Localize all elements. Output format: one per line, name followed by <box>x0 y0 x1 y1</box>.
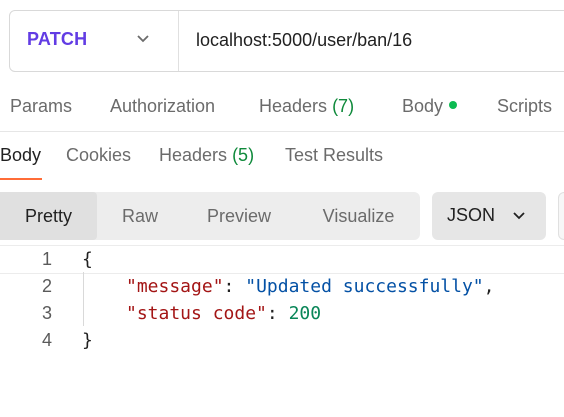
tab-scripts[interactable]: Scripts <box>497 96 552 117</box>
language-select[interactable]: JSON <box>432 192 546 240</box>
code-line: 3 "status code": 200 <box>0 300 564 327</box>
format-visualize-button[interactable]: Visualize <box>308 192 409 240</box>
chevron-down-icon <box>513 212 525 220</box>
line-number: 2 <box>41 276 52 296</box>
tab-params[interactable]: Params <box>10 96 72 117</box>
toolbar-overflow-button[interactable] <box>558 192 564 240</box>
response-tab-body[interactable]: Body <box>0 145 41 166</box>
response-headers-count: (5) <box>232 145 255 165</box>
tab-body-label: Body <box>402 96 444 116</box>
format-raw-button[interactable]: Raw <box>104 192 176 240</box>
url-input[interactable]: localhost:5000/user/ban/16 <box>196 30 412 51</box>
body-modified-dot-icon <box>449 101 458 110</box>
response-tabs: Body Cookies Headers (5) Test Results <box>0 145 564 180</box>
json-key: "message" <box>126 276 224 297</box>
json-key: "status code" <box>126 303 267 324</box>
code-line: 2 "message": "Updated successfully", <box>0 273 564 300</box>
format-preview-button[interactable]: Preview <box>194 192 284 240</box>
request-tabs: Params Authorization Headers (7) Body Sc… <box>0 96 564 120</box>
tab-headers[interactable]: Headers (7) <box>259 96 354 117</box>
chevron-down-icon[interactable] <box>136 34 150 44</box>
line-number: 1 <box>41 249 52 269</box>
code-text: { <box>82 249 93 270</box>
json-string-value: "Updated successfully" <box>245 276 484 297</box>
tab-authorization[interactable]: Authorization <box>110 96 215 117</box>
response-tab-headers[interactable]: Headers (5) <box>159 145 254 166</box>
headers-count: (7) <box>332 96 355 116</box>
response-tab-headers-label: Headers <box>159 145 228 165</box>
code-text: "status code": 200 <box>126 303 322 324</box>
code-text: "message": "Updated successfully", <box>126 276 495 297</box>
code-text: } <box>82 330 93 351</box>
format-toggle-group: Pretty Raw Preview Visualize <box>0 192 420 240</box>
response-tab-cookies[interactable]: Cookies <box>66 145 131 166</box>
format-pretty-button[interactable]: Pretty <box>0 192 97 240</box>
line-number: 3 <box>41 303 52 323</box>
json-number-value: 200 <box>288 303 322 324</box>
code-line: 1 { <box>0 245 564 274</box>
url-divider <box>178 11 179 71</box>
code-line: 4 } <box>0 327 564 354</box>
response-tab-test-results[interactable]: Test Results <box>285 145 383 166</box>
json-comma: , <box>483 276 495 297</box>
tabs-divider <box>0 131 564 132</box>
request-url-bar: PATCH localhost:5000/user/ban/16 <box>9 10 564 72</box>
line-number: 4 <box>41 330 52 350</box>
active-tab-underline <box>0 178 42 180</box>
language-select-value: JSON <box>447 205 496 225</box>
tab-headers-label: Headers <box>259 96 328 116</box>
response-body-editor[interactable]: 1 { 2 "message": "Updated successfully",… <box>0 245 564 355</box>
http-method-select[interactable]: PATCH <box>27 29 87 50</box>
tab-body[interactable]: Body <box>402 96 458 117</box>
indent-guide <box>83 272 84 326</box>
